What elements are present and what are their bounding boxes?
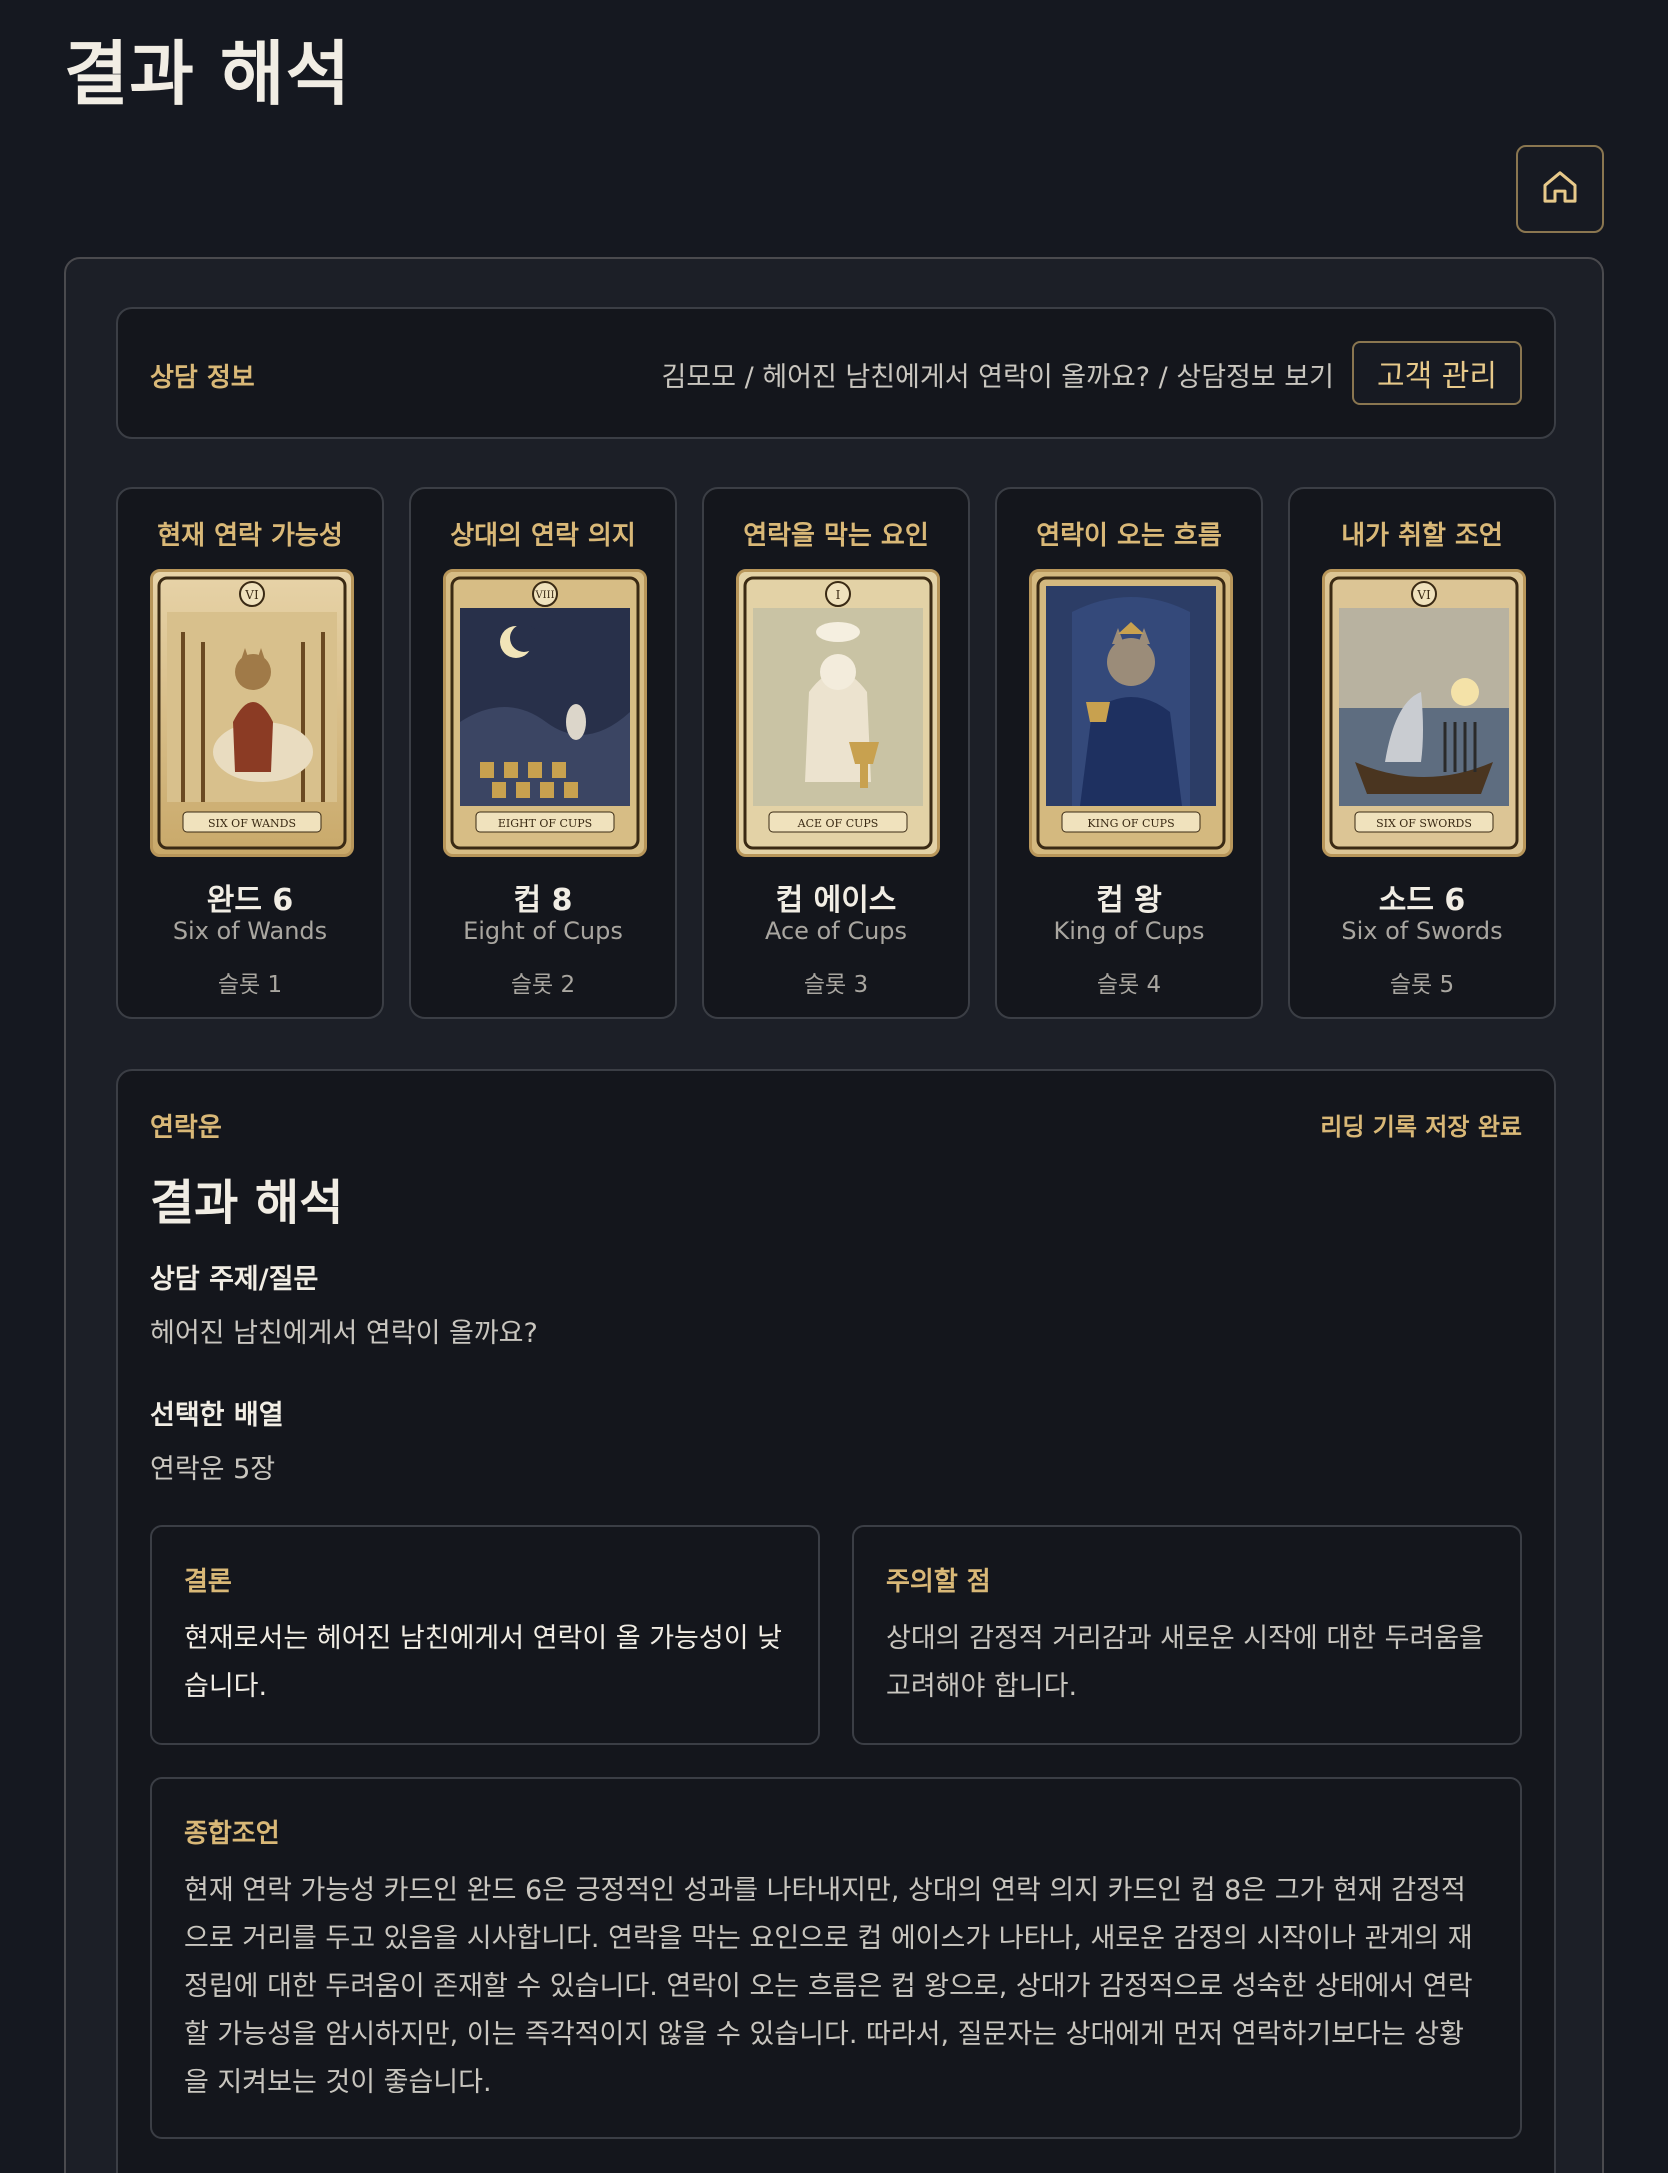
svg-text:VI: VI [244, 588, 259, 602]
tarot-card-slot-1[interactable]: 현재 연락 가능성 VI SIX OF WANDS 완드 6 Six of Wa… [116, 487, 384, 1019]
svg-text:SIX OF SWORDS: SIX OF SWORDS [1376, 817, 1472, 830]
result-section: 연락운 리딩 기록 저장 완료 결과 해석 상담 주제/질문 헤어진 남친에게서… [116, 1069, 1556, 2173]
card-position: 상대의 연락 의지 [450, 521, 636, 551]
card-slot: 슬롯 1 [217, 972, 283, 998]
consult-info-bar: 상담 정보 김모모 / 헤어진 남친에게서 연락이 올까요? / 상담정보 보기… [116, 307, 1556, 439]
consult-info-label: 상담 정보 [150, 363, 255, 393]
reading-category: 연락운 [150, 1113, 222, 1143]
svg-text:SIX OF WANDS: SIX OF WANDS [208, 817, 296, 830]
card-name-ko: 컵 왕 [1096, 883, 1162, 918]
advice-text: 현재 연락 가능성 카드인 완드 6은 긍정적인 성과를 나타내지만, 상대의 … [184, 1875, 1473, 2098]
conclusion-text: 현재로서는 헤어진 남친에게서 연락이 올 가능성이 낮습니다. [184, 1623, 782, 1702]
spread-label: 선택한 배열 [150, 1400, 284, 1431]
tarot-card-slot-4[interactable]: 연락이 오는 흐름 KING OF CUPS 컵 왕 King of Cups … [995, 487, 1263, 1019]
card-image-ace-of-cups: I ACE OF CUPS [736, 569, 940, 857]
caution-text: 상대의 감정적 거리감과 새로운 시작에 대한 두려움을 고려해야 합니다. [886, 1623, 1484, 1702]
conclusion-label: 결론 [184, 1567, 232, 1597]
card-name-en: Ace of Cups [764, 917, 908, 945]
card-image-eight-of-cups: VIII EIGHT OF CUPS [443, 569, 647, 857]
card-name-en: King of Cups [1053, 917, 1205, 945]
card-slot: 슬롯 2 [510, 972, 576, 998]
card-slot: 슬롯 4 [1096, 972, 1162, 998]
result-page: 결과 해석 상담 정보 김모모 / 헤어진 남친에게서 연락이 올까요? / 상… [0, 0, 1668, 2173]
main-panel: 상담 정보 김모모 / 헤어진 남친에게서 연락이 올까요? / 상담정보 보기… [64, 257, 1604, 2173]
tarot-card-slot-5[interactable]: 내가 취할 조언 VI SIX OF SWORDS 소드 6 Six of Sw… [1288, 487, 1556, 1019]
advice-label: 종합조언 [184, 1819, 280, 1849]
card-name-en: Six of Swords [1341, 917, 1503, 945]
home-icon [1540, 167, 1580, 211]
card-name-ko: 소드 6 [1378, 883, 1466, 918]
card-name-ko: 컵 에이스 [775, 883, 897, 918]
svg-text:VI: VI [1416, 588, 1431, 602]
card-slot: 슬롯 5 [1389, 972, 1455, 998]
card-position: 현재 연락 가능성 [157, 521, 343, 551]
card-slot: 슬롯 3 [803, 972, 869, 998]
card-position: 연락을 막는 요인 [743, 521, 929, 551]
caution-box: 주의할 점 상대의 감정적 거리감과 새로운 시작에 대한 두려움을 고려해야 … [852, 1525, 1522, 1745]
card-name-en: Eight of Cups [463, 917, 623, 945]
card-position: 연락이 오는 흐름 [1036, 521, 1222, 551]
save-status-badge: 리딩 기록 저장 완료 [1320, 1113, 1522, 1141]
tarot-card-slot-3[interactable]: 연락을 막는 요인 I ACE OF CUPS 컵 에이스 Ace of Cup… [702, 487, 970, 1019]
result-title: 결과 해석 [150, 1175, 344, 1231]
svg-text:I: I [836, 588, 841, 602]
card-name-ko: 완드 6 [206, 883, 294, 918]
page-title: 결과 해석 [64, 33, 351, 115]
svg-text:EIGHT OF CUPS: EIGHT OF CUPS [498, 817, 592, 830]
spread-value: 연락운 5장 [150, 1454, 276, 1485]
card-name-ko: 컵 8 [513, 883, 573, 918]
svg-text:VIII: VIII [534, 590, 554, 601]
advice-box: 종합조언 현재 연락 가능성 카드인 완드 6은 긍정적인 성과를 나타내지만,… [150, 1777, 1522, 2139]
card-image-six-of-wands: VI SIX OF WANDS [150, 569, 354, 857]
consult-info-summary[interactable]: 김모모 / 헤어진 남친에게서 연락이 올까요? / 상담정보 보기 [661, 355, 1334, 394]
customer-manage-button[interactable]: 고객 관리 [1352, 341, 1522, 405]
card-name-en: Six of Wands [172, 917, 328, 945]
card-image-king-of-cups: KING OF CUPS [1029, 569, 1233, 857]
svg-text:ACE OF CUPS: ACE OF CUPS [797, 817, 879, 830]
tarot-card-slot-2[interactable]: 상대의 연락 의지 VIII EIGHT OF CUPS 컵 8 Eight o… [409, 487, 677, 1019]
question-value: 헤어진 남친에게서 연락이 올까요? [150, 1318, 538, 1349]
question-label: 상담 주제/질문 [150, 1264, 319, 1295]
svg-text:KING OF CUPS: KING OF CUPS [1087, 817, 1174, 830]
conclusion-box: 결론 현재로서는 헤어진 남친에게서 연락이 올 가능성이 낮습니다. [150, 1525, 820, 1745]
card-image-six-of-swords: VI SIX OF SWORDS [1322, 569, 1526, 857]
caution-label: 주의할 점 [886, 1567, 991, 1597]
home-button[interactable] [1516, 145, 1604, 233]
card-position: 내가 취할 조언 [1341, 521, 1503, 551]
